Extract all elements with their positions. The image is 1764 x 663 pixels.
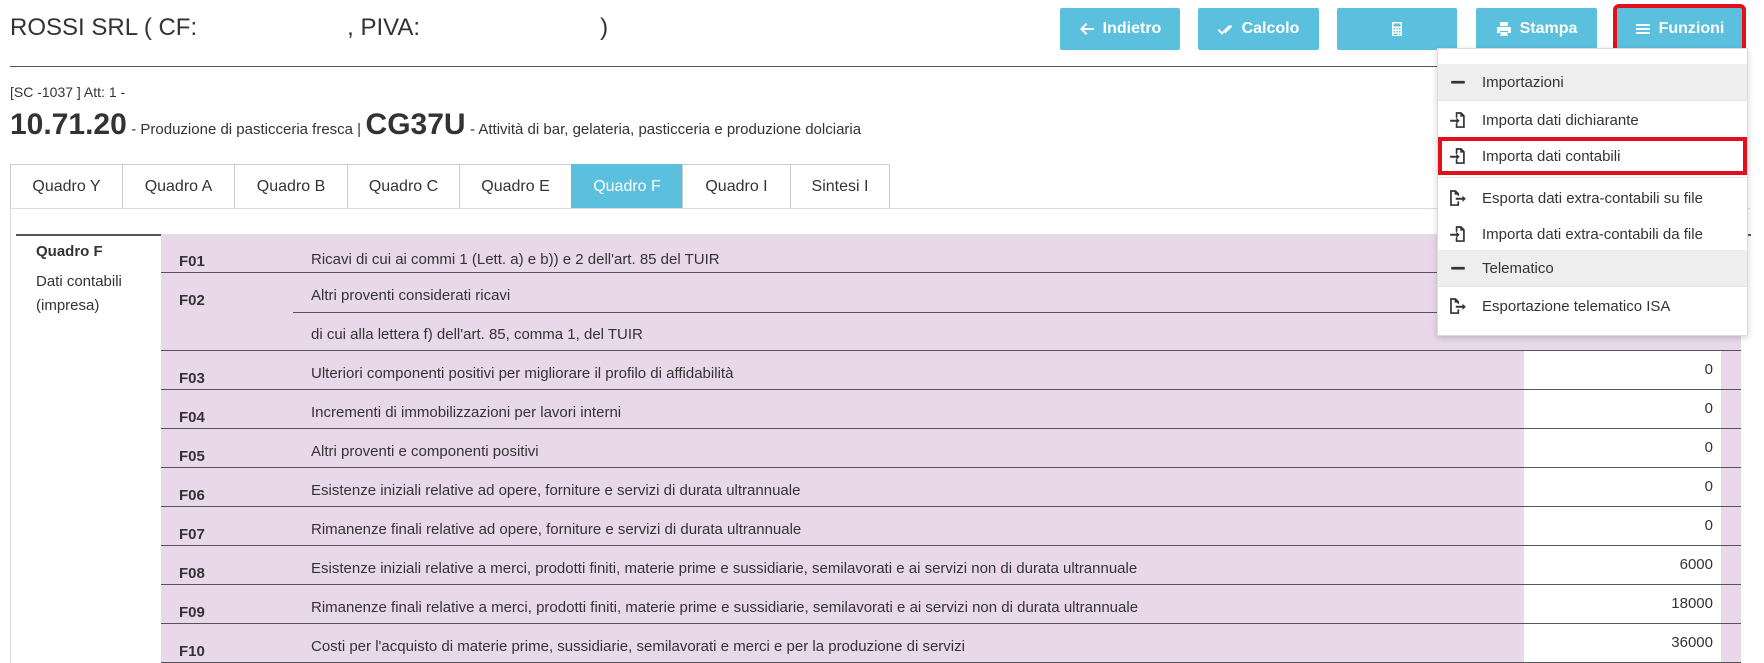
table-row: F05 Altri proventi e componenti positivi…: [161, 429, 1741, 468]
table-row: F09 Rimanenze finali relative a merci, p…: [161, 585, 1741, 624]
section-title: Quadro F: [36, 243, 103, 260]
row-code: F03: [179, 370, 205, 387]
table-row: F06 Esistenze iniziali relative ad opere…: [161, 468, 1741, 507]
file-export-icon: [1450, 298, 1466, 314]
row-description: Incrementi di immobilizzazioni per lavor…: [311, 404, 622, 421]
row-code: F06: [179, 487, 205, 504]
isa-code: CG37U: [365, 108, 466, 141]
toolbar: Indietro Calcolo Stampa Funzioni: [0, 4, 1764, 54]
value-input[interactable]: 36000: [1524, 624, 1721, 662]
back-label: Indietro: [1102, 20, 1162, 37]
table-row: F07 Rimanenze finali relative ad opere, …: [161, 507, 1741, 546]
file-import-icon: [1450, 226, 1465, 242]
row-description: Ulteriori componenti positivi per miglio…: [311, 365, 734, 382]
minus-icon: [1451, 80, 1465, 84]
value-input[interactable]: 6000: [1524, 546, 1721, 584]
menu-icon: [1635, 24, 1650, 34]
form-reference: [SC -1037 ] Att: 1 -: [10, 84, 126, 100]
file-import-icon: [1450, 112, 1465, 128]
row-description: Rimanenze finali relative a merci, prodo…: [311, 599, 1139, 616]
value-input[interactable]: 0: [1524, 507, 1721, 545]
value-input[interactable]: 0: [1524, 351, 1721, 389]
activity-desc: - Produzione di pasticceria fresca |: [131, 121, 362, 138]
calculator-button[interactable]: [1337, 8, 1457, 50]
row-subdivider: [293, 312, 1518, 313]
print-label: Stampa: [1519, 20, 1578, 37]
functions-label: Funzioni: [1658, 20, 1725, 37]
activity-code: 10.71.20: [10, 108, 127, 141]
section-subtitle-2: (impresa): [36, 297, 100, 314]
double-check-icon: [1217, 25, 1232, 35]
print-button[interactable]: Stampa: [1476, 8, 1597, 50]
table-row: F10 Costi per l'acquisto di materie prim…: [161, 624, 1741, 663]
tab-quadro-a[interactable]: Quadro A: [122, 164, 234, 209]
header-divider: [10, 66, 1445, 67]
row-description: Costi per l'acquisto di materie prime, s…: [311, 638, 965, 655]
calc-label: Calcolo: [1241, 20, 1300, 37]
tab-quadro-c[interactable]: Quadro C: [347, 164, 459, 209]
row-description: Esistenze iniziali relative ad opere, fo…: [311, 482, 801, 499]
back-button[interactable]: Indietro: [1060, 8, 1180, 50]
menu-header-telematico: Telematico: [1438, 250, 1747, 286]
row-description: Rimanenze finali relative ad opere, forn…: [311, 521, 802, 538]
menu-header-importazioni: Importazioni: [1438, 64, 1747, 100]
tab-quadro-b[interactable]: Quadro B: [234, 164, 347, 209]
tab-quadro-f[interactable]: Quadro F: [571, 164, 682, 209]
row-code: F01: [179, 253, 205, 270]
value-input[interactable]: 0: [1524, 429, 1721, 467]
activity-line: 10.71.20 - Produzione di pasticceria fre…: [10, 108, 861, 142]
tab-quadro-i[interactable]: Quadro I: [682, 164, 790, 209]
tab-quadro-e[interactable]: Quadro E: [459, 164, 571, 209]
row-code: F09: [179, 604, 205, 621]
row-code: F05: [179, 448, 205, 465]
menu-item-esporta-extracontabili[interactable]: Esporta dati extra-contabili su file: [1438, 180, 1747, 216]
row-description: Altri proventi e componenti positivi: [311, 443, 539, 460]
tab-quadro-y[interactable]: Quadro Y: [10, 164, 122, 209]
menu-item-importa-dichiarante[interactable]: Importa dati dichiarante: [1438, 102, 1747, 138]
row-code: F04: [179, 409, 205, 426]
row-code: F02: [179, 292, 205, 309]
table-row: F08 Esistenze iniziali relative a merci,…: [161, 546, 1741, 585]
table-row: F04 Incrementi di immobilizzazioni per l…: [161, 390, 1741, 429]
value-input[interactable]: 0: [1524, 468, 1721, 506]
tab-sintesi-i[interactable]: Sintesi I: [790, 164, 890, 209]
isa-desc: - Attività di bar, gelateria, pasticceri…: [470, 121, 862, 138]
table-row: F03 Ulteriori componenti positivi per mi…: [161, 351, 1741, 390]
menu-item-esportazione-telematico[interactable]: Esportazione telematico ISA: [1438, 288, 1747, 324]
row-code: F08: [179, 565, 205, 582]
minus-icon: [1451, 266, 1465, 270]
value-input[interactable]: 0: [1524, 390, 1721, 428]
functions-button[interactable]: Funzioni: [1613, 4, 1746, 54]
row-description: Altri proventi considerati ricavi: [311, 287, 511, 304]
menu-item-importa-contabili[interactable]: Importa dati contabili: [1438, 137, 1747, 175]
row-description: Ricavi di cui ai commi 1 (Lett. a) e b))…: [311, 251, 720, 268]
calc-button[interactable]: Calcolo: [1198, 8, 1319, 50]
row-code: F07: [179, 526, 205, 543]
row-code: F10: [179, 643, 205, 660]
row-subdescription: di cui alla lettera f) dell'art. 85, com…: [311, 326, 643, 343]
section-subtitle-1: Dati contabili: [36, 273, 122, 290]
content-frame-left: [10, 208, 11, 663]
file-export-icon: [1450, 190, 1466, 206]
quadro-tabs: Quadro Y Quadro A Quadro B Quadro C Quad…: [10, 164, 890, 209]
value-input[interactable]: 18000: [1524, 585, 1721, 623]
file-import-icon: [1450, 148, 1465, 164]
menu-item-importa-extracontabili[interactable]: Importa dati extra-contabili da file: [1438, 216, 1747, 252]
printer-icon: [1496, 22, 1511, 36]
functions-dropdown-menu: Importazioni Importa dati dichiarante Im…: [1437, 48, 1748, 336]
arrow-left-icon: [1079, 23, 1094, 35]
calculator-icon: [1392, 22, 1402, 36]
section-label: Quadro F Dati contabili (impresa): [36, 240, 122, 318]
row-description: Esistenze iniziali relative a merci, pro…: [311, 560, 1138, 577]
